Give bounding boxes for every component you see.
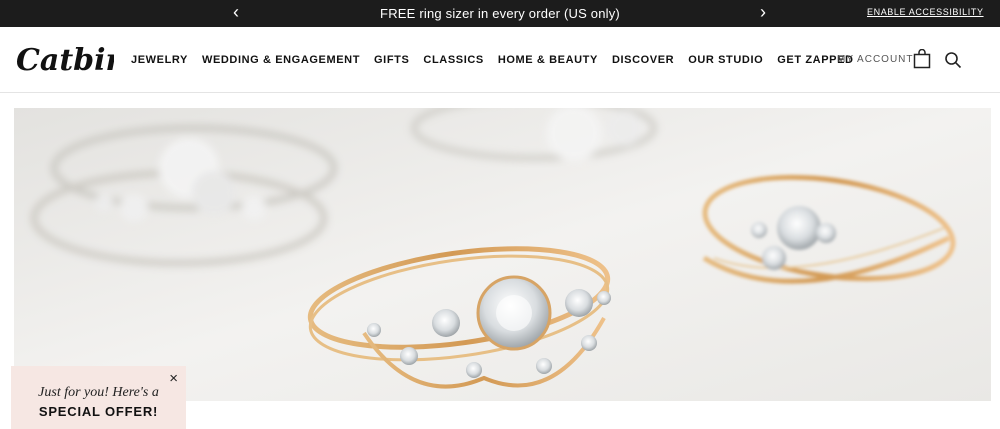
nav-gifts[interactable]: GIFTS [374, 54, 409, 66]
site-header: Catbird JEWELRY WEDDING & ENGAGEMENT GIF… [0, 27, 1000, 93]
shopping-bag-icon[interactable] [913, 48, 931, 69]
offer-line-2: SPECIAL OFFER! [38, 404, 159, 419]
enable-accessibility-link[interactable]: ENABLE ACCESSIBILITY [867, 7, 984, 17]
nav-discover[interactable]: DISCOVER [612, 54, 674, 66]
announcement-bar: ‹ FREE ring sizer in every order (US onl… [0, 0, 1000, 27]
my-account-link[interactable]: MY ACCOUNT [837, 54, 914, 65]
svg-text:Catbird: Catbird [16, 43, 114, 78]
special-offer-popup[interactable]: × Just for you! Here's a SPECIAL OFFER! [11, 366, 186, 429]
announcement-next-arrow[interactable]: › [760, 0, 766, 27]
nav-classics[interactable]: CLASSICS [423, 54, 483, 66]
search-icon[interactable] [944, 51, 962, 69]
nav-wedding-engagement[interactable]: WEDDING & ENGAGEMENT [202, 54, 360, 66]
hero-image[interactable] [14, 108, 991, 401]
catbird-logo[interactable]: Catbird [14, 39, 142, 81]
offer-line-1: Just for you! Here's a [38, 385, 159, 400]
nav-jewelry[interactable]: JEWELRY [131, 54, 188, 66]
nav-our-studio[interactable]: OUR STUDIO [688, 54, 763, 66]
main-nav: JEWELRY WEDDING & ENGAGEMENT GIFTS CLASS… [131, 27, 868, 92]
nav-home-beauty[interactable]: HOME & BEAUTY [498, 54, 598, 66]
announcement-prev-arrow[interactable]: ‹ [233, 0, 239, 27]
announcement-message: FREE ring sizer in every order (US only) [380, 6, 620, 21]
